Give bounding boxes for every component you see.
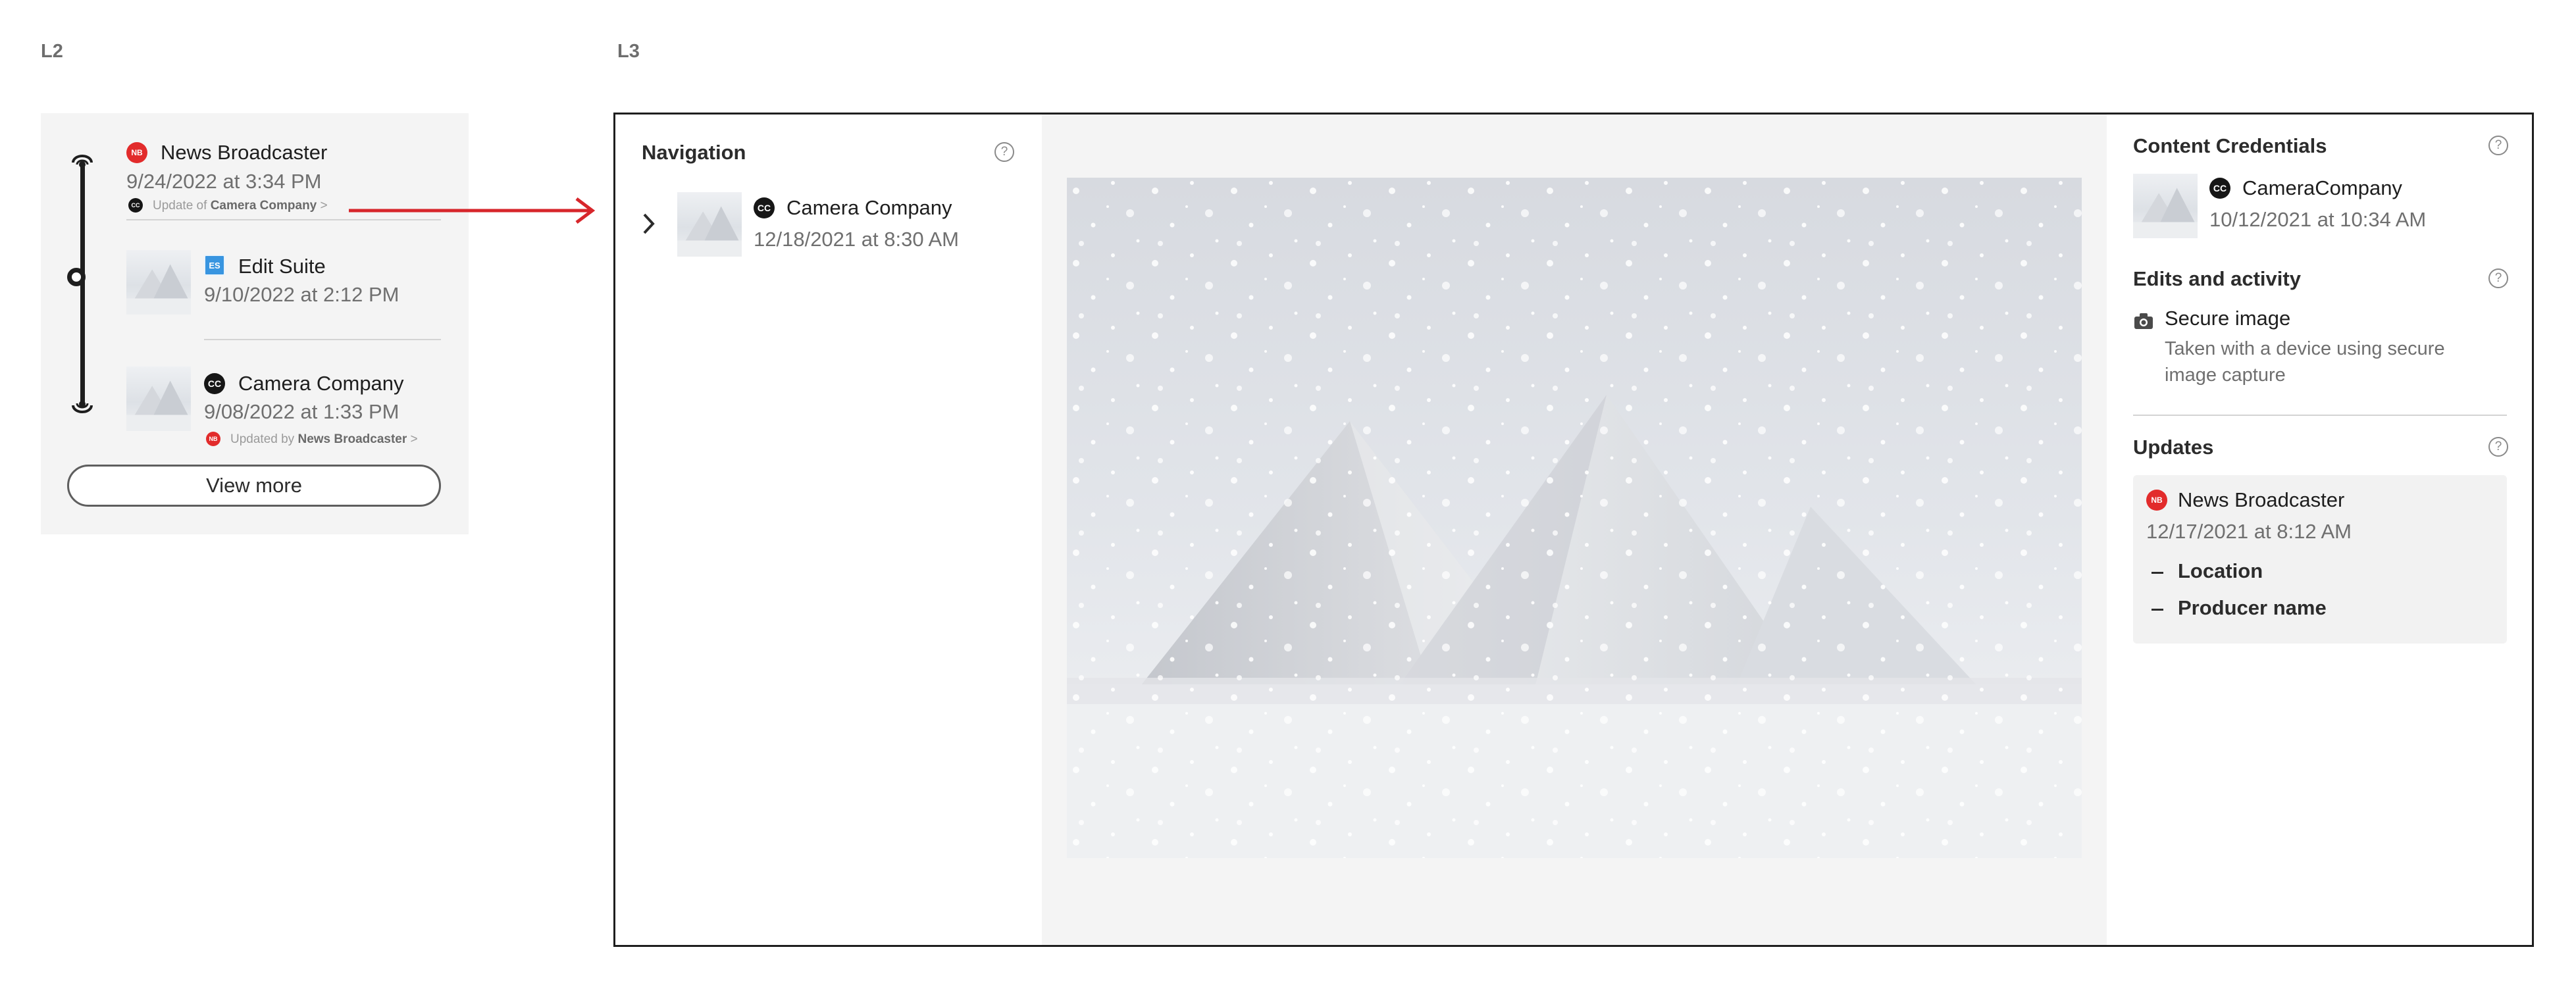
navigation-item-date: 12/18/2021 at 8:30 AM	[754, 228, 959, 251]
history-item-title[interactable]: Edit Suite	[238, 255, 326, 278]
help-icon[interactable]: ?	[2488, 268, 2508, 288]
timeline-line	[80, 165, 85, 407]
update-card[interactable]: NB News Broadcaster 12/17/2021 at 8:12 A…	[2133, 475, 2507, 644]
divider	[2133, 415, 2507, 416]
update-field: Location	[2178, 559, 2263, 582]
activity-item-title: Secure image	[2165, 307, 2291, 330]
info-panel: Content Credentials ? CC CameraCompany 1…	[2107, 114, 2532, 945]
activity-item-description: image capture	[2165, 365, 2286, 386]
history-item-note[interactable]: Update of Camera Company >	[153, 199, 328, 213]
credential-issuer[interactable]: CameraCompany	[2242, 176, 2402, 200]
content-credentials-heading: Content Credentials	[2133, 134, 2327, 157]
main-image	[1067, 178, 2082, 858]
camera-icon	[2134, 313, 2153, 329]
divider	[204, 339, 441, 340]
section-label-l2: L2	[41, 41, 63, 62]
camera-company-icon: CC	[204, 373, 225, 394]
news-broadcaster-icon: NB	[2146, 490, 2167, 511]
image-canvas	[1042, 114, 2107, 945]
thumbnail	[2133, 174, 2198, 238]
view-more-button[interactable]: View more	[67, 465, 441, 507]
edit-suite-icon: ES	[204, 255, 225, 276]
l3-inspect-panel: Navigation ? CC Camera Company 12/18/202…	[613, 113, 2534, 947]
history-item-note[interactable]: Updated by News Broadcaster >	[230, 432, 418, 447]
help-icon[interactable]: ?	[2488, 437, 2508, 457]
updates-heading: Updates	[2133, 436, 2214, 459]
timeline-node	[67, 268, 86, 286]
navigation-panel: Navigation ? CC Camera Company 12/18/202…	[615, 114, 1042, 945]
thumbnail	[677, 192, 742, 257]
update-issuer: News Broadcaster	[2178, 488, 2345, 511]
help-icon[interactable]: ?	[2488, 136, 2508, 155]
history-item-title[interactable]: Camera Company	[238, 372, 404, 395]
thumbnail	[126, 367, 191, 431]
news-broadcaster-icon: NB	[126, 142, 147, 163]
section-label-l3: L3	[617, 41, 640, 62]
camera-company-icon: CC	[754, 197, 775, 218]
history-item-date: 9/24/2022 at 3:34 PM	[126, 170, 322, 193]
navigation-item-title[interactable]: Camera Company	[786, 196, 952, 220]
timeline-top-cap-icon	[72, 155, 93, 168]
update-field: Producer name	[2178, 596, 2327, 619]
thumbnail	[126, 250, 191, 315]
dash-icon	[2151, 572, 2163, 574]
connector-arrow-icon	[349, 197, 596, 224]
dash-icon	[2151, 609, 2163, 611]
credential-date: 10/12/2021 at 10:34 AM	[2209, 208, 2427, 231]
chevron-right-icon[interactable]	[642, 212, 656, 236]
activity-item-description: Taken with a device using secure	[2165, 338, 2445, 359]
timeline-bottom-cap-icon	[72, 401, 93, 413]
camera-company-icon: CC	[128, 198, 143, 213]
news-broadcaster-icon: NB	[206, 432, 220, 446]
edits-activity-heading: Edits and activity	[2133, 267, 2301, 290]
history-item-date: 9/08/2022 at 1:33 PM	[204, 400, 399, 423]
update-date: 12/17/2021 at 8:12 AM	[2146, 520, 2352, 543]
camera-company-icon: CC	[2209, 178, 2230, 199]
navigation-heading: Navigation	[642, 141, 746, 164]
help-icon[interactable]: ?	[994, 142, 1014, 162]
history-item-date: 9/10/2022 at 2:12 PM	[204, 283, 399, 306]
history-item-title[interactable]: News Broadcaster	[161, 141, 327, 165]
